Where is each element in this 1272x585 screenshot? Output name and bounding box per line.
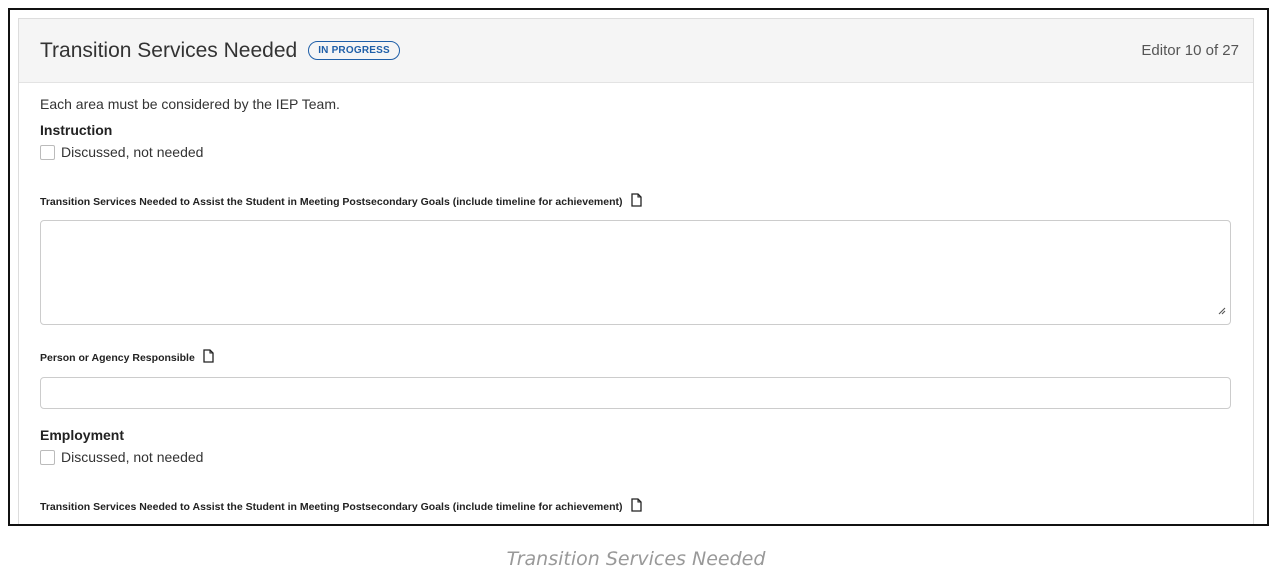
field-label: Transition Services Needed to Assist the…: [40, 500, 623, 513]
employment-services-label-row: Transition Services Needed to Assist the…: [40, 498, 1232, 515]
section-title-instruction: Instruction: [40, 122, 113, 138]
checkbox-label: Discussed, not needed: [61, 449, 204, 465]
image-caption: Transition Services Needed: [506, 548, 766, 570]
field-label: Person or Agency Responsible: [40, 351, 195, 364]
field-label: Transition Services Needed to Assist the…: [40, 195, 623, 208]
instruction-services-label-row: Transition Services Needed to Assist the…: [40, 193, 1232, 210]
document-icon[interactable]: [203, 349, 214, 366]
editor-title: Transition Services Needed: [40, 38, 298, 62]
document-icon[interactable]: [630, 193, 642, 210]
editor-counter: Editor 10 of 27: [1141, 42, 1239, 59]
instruction-discussed-checkbox-row[interactable]: Discussed, not needed: [40, 144, 1232, 160]
employment-discussed-checkbox[interactable]: [40, 449, 55, 465]
editor-header: Transition Services Needed IN PROGRESS E…: [19, 19, 1253, 83]
employment-discussed-checkbox-row[interactable]: Discussed, not needed: [40, 449, 1232, 465]
status-badge: IN PROGRESS: [308, 41, 400, 60]
section-title-employment: Employment: [40, 427, 125, 443]
checkbox-label: Discussed, not needed: [61, 144, 204, 160]
instruction-responsible-label-row: Person or Agency Responsible: [40, 349, 1232, 366]
instruction-discussed-checkbox[interactable]: [40, 144, 55, 160]
intro-text: Each area must be considered by the IEP …: [40, 96, 340, 112]
resize-grip-icon[interactable]: [1218, 302, 1226, 320]
instruction-services-textarea[interactable]: [40, 220, 1231, 325]
editor-panel: Transition Services Needed IN PROGRESS E…: [18, 18, 1254, 524]
screenshot-frame: Transition Services Needed IN PROGRESS E…: [8, 8, 1269, 526]
editor-content: Each area must be considered by the IEP …: [19, 83, 1253, 515]
document-icon[interactable]: [630, 498, 642, 515]
instruction-responsible-input[interactable]: [40, 377, 1231, 409]
